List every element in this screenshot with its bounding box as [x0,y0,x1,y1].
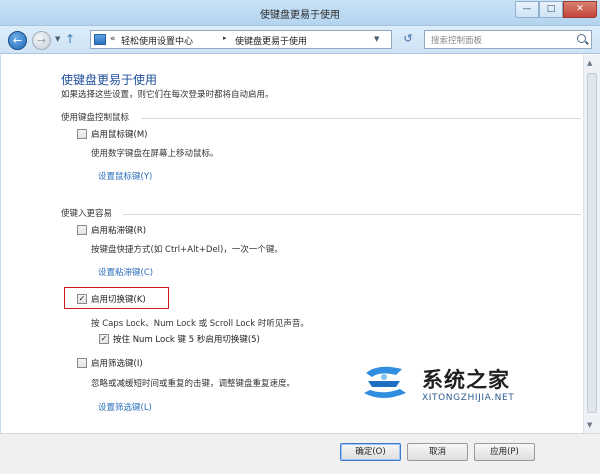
refresh-button[interactable]: ↺ [396,31,420,48]
sticky-keys-checkbox[interactable] [77,225,87,235]
close-button[interactable]: ✕ [563,1,597,18]
search-placeholder: 搜索控制面板 [431,36,483,46]
watermark-logo-icon [364,366,406,398]
sticky-keys-description: 按键盘快捷方式(如 Ctrl+Alt+Del)，一次一个键。 [91,245,283,255]
watermark-brand: 系统之家 [422,368,510,392]
title-bar: 使键盘更易于使用 — □ ✕ [0,0,600,26]
mouse-keys-label[interactable]: 启用鼠标键(M) [91,128,147,140]
recent-pages-dropdown-icon[interactable]: ▼ [55,35,60,43]
cancel-button[interactable]: 取消 [407,443,468,461]
search-input[interactable]: 搜索控制面板 [424,30,592,49]
mouse-keys-checkbox[interactable] [77,129,87,139]
highlight-frame [64,287,169,309]
maximize-button[interactable]: □ [539,1,563,18]
breadcrumb-separator-icon[interactable]: ▸ [223,34,227,42]
back-button[interactable]: ← [8,31,27,50]
setup-mouse-keys-link[interactable]: 设置鼠标键(Y) [98,170,152,182]
num-lock-toggle-label[interactable]: 按住 Num Lock 键 5 秒启用切换键(5) [113,333,260,345]
filter-keys-description: 忽略或减缓短时间或重复的击键，调整键盘重复速度。 [91,379,296,389]
watermark-site: XITONGZHIJIA.NET [422,393,515,403]
control-panel-icon [94,34,106,45]
navigation-bar: ← → ▼ ↑ « 轻松使用设置中心 ▸ 使键盘更易于使用 ▼ ↺ 搜索控制面板 [0,26,600,54]
setup-filter-keys-link[interactable]: 设置筛选键(L) [98,401,152,413]
mouse-keys-option[interactable]: 启用鼠标键(M) [77,128,277,140]
dialog-footer: 确定(O) 取消 应用(P) [0,433,600,474]
breadcrumb-overflow-icon[interactable]: « [110,34,116,44]
breadcrumb-ease-of-access-center[interactable]: 轻松使用设置中心 [121,34,193,47]
section-divider [141,118,581,119]
sticky-keys-option[interactable]: 启用粘滞键(R) [77,224,277,236]
filter-keys-checkbox[interactable] [77,358,87,368]
filter-keys-label[interactable]: 启用筛选键(I) [91,357,143,369]
up-button[interactable]: ↑ [65,32,75,46]
section-heading-mouse: 使用键盘控制鼠标 [61,113,130,123]
address-bar[interactable]: « 轻松使用设置中心 ▸ 使键盘更易于使用 ▼ [90,30,392,49]
breadcrumb-current-page[interactable]: 使键盘更易于使用 [235,34,307,47]
minimize-button[interactable]: — [515,1,539,18]
sticky-keys-label[interactable]: 启用粘滞键(R) [91,224,146,236]
address-dropdown-icon[interactable]: ▼ [374,35,379,43]
ok-button[interactable]: 确定(O) [340,443,401,461]
mouse-keys-description: 使用数字键盘在屏幕上移动鼠标。 [91,149,219,159]
num-lock-toggle-checkbox[interactable]: ✓ [99,334,109,344]
forward-button[interactable]: → [32,31,51,50]
setup-sticky-keys-link[interactable]: 设置粘滞键(C) [98,266,153,278]
search-icon[interactable] [577,34,586,43]
scroll-down-icon[interactable]: ▼ [587,421,592,429]
apply-button[interactable]: 应用(P) [474,443,535,461]
scrollbar-thumb[interactable] [587,73,597,413]
section-heading-typing: 使键入更容易 [61,209,113,219]
page-description: 如果选择这些设置，则它们在每次登录时都将自动启用。 [61,90,274,100]
toggle-keys-description: 按 Caps Lock、Num Lock 或 Scroll Lock 时听见声音… [91,319,309,329]
num-lock-toggle-option[interactable]: ✓ 按住 Num Lock 键 5 秒启用切换键(5) [99,333,319,345]
page-title: 使键盘更易于使用 [61,73,158,87]
scroll-up-icon[interactable]: ▲ [587,59,592,67]
section-divider [123,214,581,215]
window-title: 使键盘更易于使用 [260,10,340,21]
vertical-scrollbar[interactable]: ▲ ▼ [583,55,600,433]
watermark: 系统之家 XITONGZHIJIA.NET [360,359,560,415]
filter-keys-option[interactable]: 启用筛选键(I) [77,357,277,369]
